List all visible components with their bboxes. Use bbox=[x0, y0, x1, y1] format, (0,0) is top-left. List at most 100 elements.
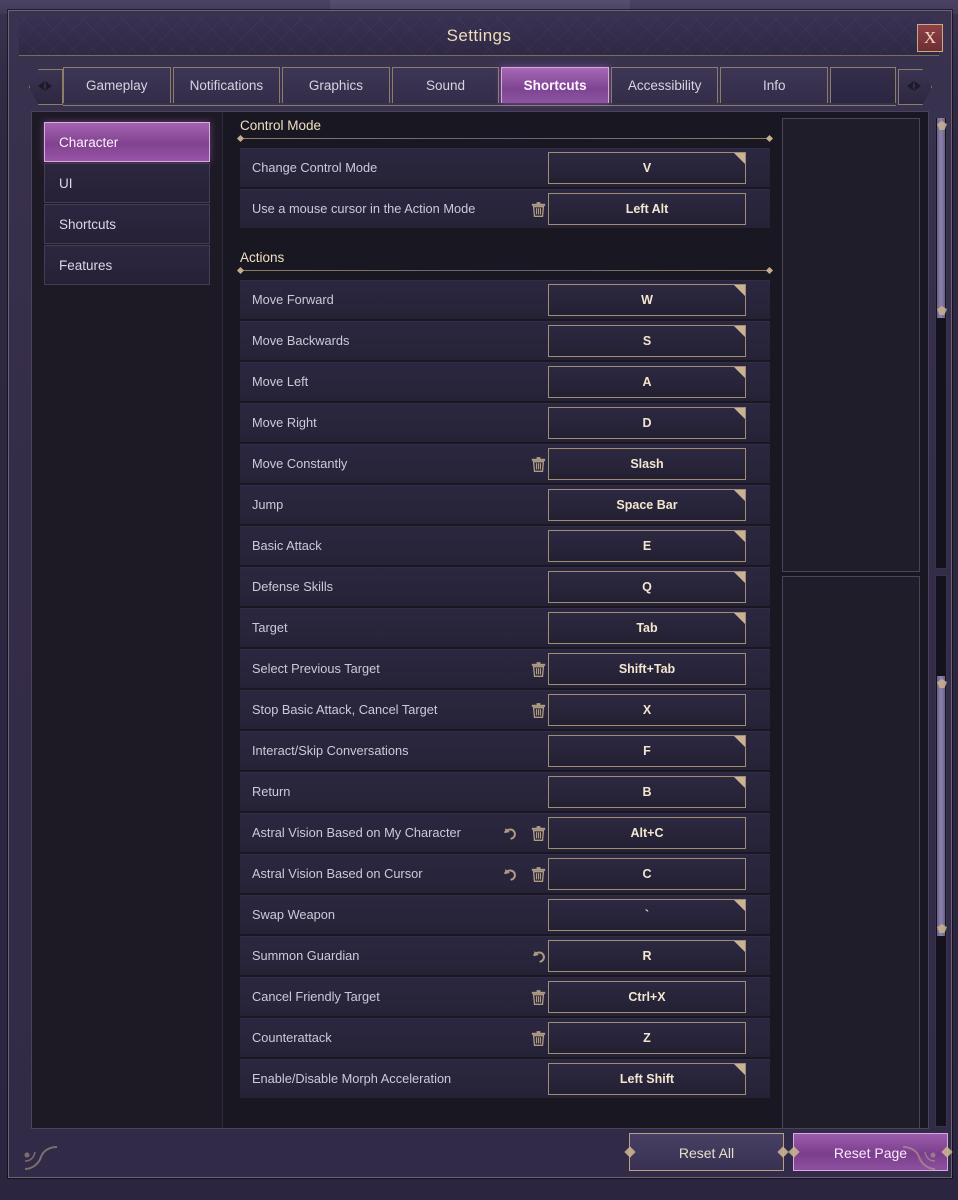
tab-accessibility[interactable]: Accessibility bbox=[610, 66, 719, 103]
trash-icon[interactable] bbox=[529, 824, 548, 843]
scrollbar-upper-thumb[interactable] bbox=[937, 118, 947, 318]
game-settings-screen: Settings X Gameplay Notifications Graphics… bbox=[0, 0, 958, 1200]
shortcut-row: Swap Weapon ` bbox=[240, 895, 770, 934]
shortcut-row: Move Backwards S bbox=[240, 321, 770, 360]
trash-icon[interactable] bbox=[529, 988, 548, 1007]
keybind-value: R bbox=[642, 949, 652, 963]
tab-prev-button[interactable] bbox=[27, 67, 63, 105]
tab-empty-slot bbox=[830, 66, 897, 103]
keybind-button[interactable]: D bbox=[548, 407, 746, 439]
trash-icon[interactable] bbox=[529, 455, 548, 474]
keybind-button[interactable]: X bbox=[548, 694, 746, 726]
keybind-value: ` bbox=[644, 908, 650, 922]
reset-all-button[interactable]: Reset All bbox=[624, 1133, 789, 1171]
keybind-button[interactable]: Left Shift bbox=[548, 1063, 746, 1095]
sidebar-item-ui[interactable]: UI bbox=[44, 163, 210, 203]
sidebar-item-character[interactable]: Character bbox=[44, 122, 210, 162]
shortcut-label: Use a mouse cursor in the Action Mode bbox=[252, 201, 476, 216]
default-binding-marker bbox=[734, 1064, 745, 1075]
keybind-button[interactable]: W bbox=[548, 284, 746, 316]
keybind-value: V bbox=[642, 161, 652, 175]
tab-label: Info bbox=[762, 77, 786, 93]
shortcut-row: Astral Vision Based on Cursor C bbox=[240, 854, 770, 893]
shortcut-label: Cancel Friendly Target bbox=[252, 989, 380, 1004]
row-action-icons bbox=[500, 855, 548, 893]
shortcut-label: Defense Skills bbox=[252, 579, 334, 594]
keybind-button[interactable]: Shift+Tab bbox=[548, 653, 746, 685]
sidebar-item-features[interactable]: Features bbox=[44, 245, 210, 285]
keybind-value: Left Shift bbox=[619, 1072, 675, 1086]
undo-reset-icon[interactable] bbox=[500, 865, 519, 884]
keybind-button[interactable]: Alt+C bbox=[548, 817, 746, 849]
scrollbar-upper-cap-bottom bbox=[937, 306, 947, 315]
section-divider bbox=[240, 138, 770, 139]
tab-shortcuts[interactable]: Shortcuts bbox=[501, 66, 609, 103]
shortcuts-pane: Control Mode Change Control Mode V Use a mo… bbox=[222, 112, 929, 1128]
tab-next-button[interactable] bbox=[896, 67, 932, 105]
keybind-button[interactable]: R bbox=[548, 940, 746, 972]
shortcut-label: Stop Basic Attack, Cancel Target bbox=[252, 702, 438, 717]
keybind-button[interactable]: Z bbox=[548, 1022, 746, 1054]
keybind-value: W bbox=[641, 293, 653, 307]
side-panel-1 bbox=[782, 118, 920, 572]
keybind-button[interactable]: Ctrl+X bbox=[548, 981, 746, 1013]
shortcut-label: Move Backwards bbox=[252, 333, 350, 348]
trash-icon[interactable] bbox=[529, 200, 548, 219]
shortcut-label: Select Previous Target bbox=[252, 661, 380, 676]
keybind-button[interactable]: Q bbox=[548, 571, 746, 603]
tab-notifications[interactable]: Notifications bbox=[172, 66, 281, 103]
tab-graphics[interactable]: Graphics bbox=[282, 66, 390, 103]
shortcut-label: Return bbox=[252, 784, 291, 799]
tab-label: Shortcuts bbox=[523, 77, 587, 93]
shortcut-row: Stop Basic Attack, Cancel Target X bbox=[240, 690, 770, 729]
section-divider bbox=[240, 270, 770, 271]
undo-reset-icon[interactable] bbox=[529, 947, 548, 966]
keybind-button[interactable]: Tab bbox=[548, 612, 746, 644]
section-title: Actions bbox=[240, 250, 285, 265]
tab-info[interactable]: Info bbox=[720, 66, 829, 103]
scrollbar-upper-cap-top bbox=[937, 121, 947, 130]
tab-bar: Gameplay Notifications Graphics Sound Shortc… bbox=[27, 66, 932, 106]
shortcut-row: Move Forward W bbox=[240, 280, 770, 319]
keybind-button[interactable]: V bbox=[548, 152, 746, 184]
keybind-value: S bbox=[642, 334, 652, 348]
keybind-button[interactable]: S bbox=[548, 325, 746, 357]
shortcut-row: Use a mouse cursor in the Action Mode Lef… bbox=[240, 189, 770, 228]
scrollbar-lower-thumb[interactable] bbox=[937, 676, 947, 936]
keybind-button[interactable]: Slash bbox=[548, 448, 746, 480]
tab-gameplay[interactable]: Gameplay bbox=[63, 66, 171, 103]
trash-icon[interactable] bbox=[529, 660, 548, 679]
shortcut-row: Jump Space Bar bbox=[240, 485, 770, 524]
shortcut-label: Basic Attack bbox=[252, 538, 322, 553]
sidebar-item-shortcuts[interactable]: Shortcuts bbox=[44, 204, 210, 244]
row-action-icons bbox=[529, 650, 548, 688]
section-title: Control Mode bbox=[240, 118, 322, 133]
keybind-button[interactable]: E bbox=[548, 530, 746, 562]
scrollbar-lower-track[interactable] bbox=[935, 575, 947, 1127]
tab-label: Sound bbox=[426, 77, 466, 93]
shortcut-row: Astral Vision Based on My Character Alt+C bbox=[240, 813, 770, 852]
left-arrow-icon bbox=[36, 78, 54, 94]
keybind-button[interactable]: C bbox=[548, 858, 746, 890]
shortcut-label: Move Constantly bbox=[252, 456, 348, 471]
reset-all-label: Reset All bbox=[678, 1145, 735, 1161]
close-icon[interactable]: X bbox=[917, 24, 943, 52]
keybind-button[interactable]: ` bbox=[548, 899, 746, 931]
default-binding-marker bbox=[734, 572, 745, 583]
trash-icon[interactable] bbox=[529, 701, 548, 720]
keybind-value: C bbox=[642, 867, 652, 881]
trash-icon[interactable] bbox=[529, 865, 548, 884]
keybind-value: B bbox=[642, 785, 652, 799]
trash-icon[interactable] bbox=[529, 1029, 548, 1048]
keybind-value: Left Alt bbox=[625, 202, 669, 216]
keybind-button[interactable]: F bbox=[548, 735, 746, 767]
scrollbar-upper-track[interactable] bbox=[935, 117, 947, 569]
tab-sound[interactable]: Sound bbox=[391, 66, 500, 103]
keybind-button[interactable]: Space Bar bbox=[548, 489, 746, 521]
undo-reset-icon[interactable] bbox=[500, 824, 519, 843]
keybind-button[interactable]: A bbox=[548, 366, 746, 398]
keybind-button[interactable]: B bbox=[548, 776, 746, 808]
keybind-value: D bbox=[642, 416, 652, 430]
sidebar-item-label: Features bbox=[59, 258, 113, 273]
keybind-button[interactable]: Left Alt bbox=[548, 193, 746, 225]
